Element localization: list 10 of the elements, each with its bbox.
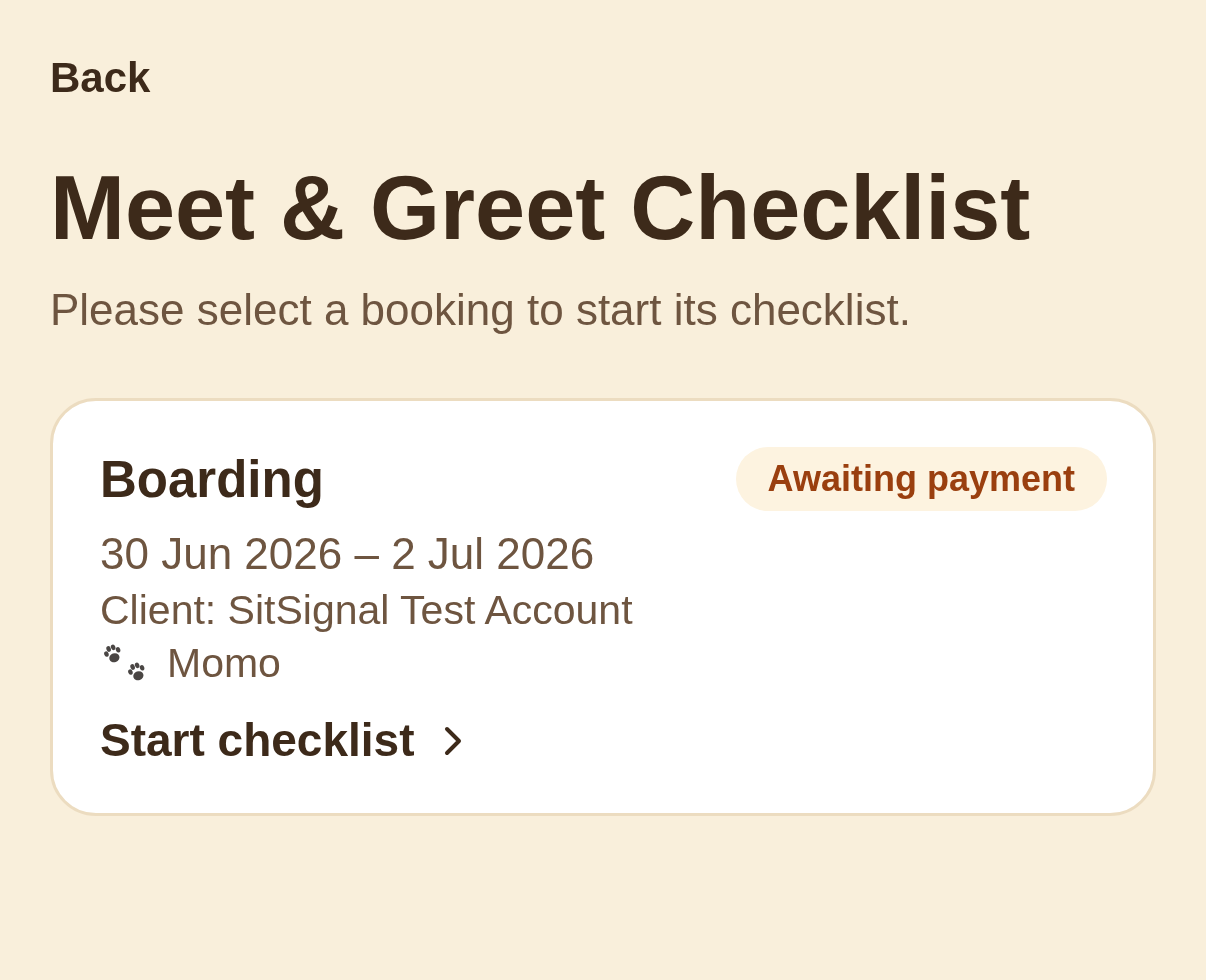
booking-dates: 30 Jun 2026 – 2 Jul 2026 xyxy=(100,528,596,581)
start-checklist-button[interactable]: Start checklist xyxy=(100,713,463,769)
pet-name: Momo xyxy=(167,639,281,689)
page-subtitle: Please select a booking to start its checklist. xyxy=(50,284,911,337)
page-title: Meet & Greet Checklist xyxy=(50,159,1031,259)
chevron-right-icon xyxy=(444,725,463,756)
service-title: Boarding xyxy=(100,450,324,511)
back-link[interactable]: Back xyxy=(50,53,151,104)
client-name: Client: SitSignal Test Account xyxy=(100,586,634,635)
status-badge: Awaiting payment xyxy=(735,447,1107,512)
